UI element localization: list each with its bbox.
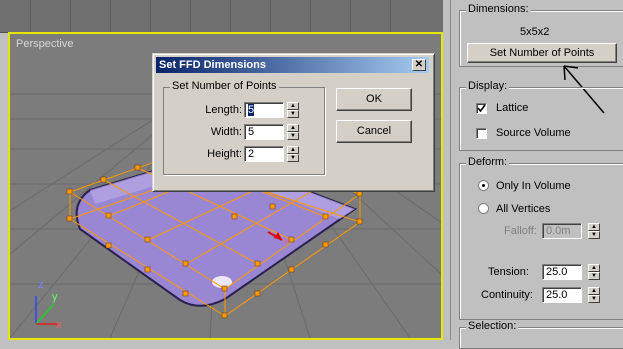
viewport-strip-top [0,0,443,33]
tension-spinner[interactable]: ▲ ▼ [588,264,600,280]
all-vertices-radio[interactable] [478,203,489,214]
selection-title: Selection: [466,320,519,332]
axis-z-label: z [38,279,44,291]
continuity-input[interactable]: 25.0 [542,287,582,303]
length-input[interactable]: 5 [244,102,284,118]
viewport-label[interactable]: Perspective [16,38,73,50]
height-spinner[interactable]: ▲ ▼ [287,146,299,162]
tension-label: Tension: [488,266,529,278]
only-in-volume-label: Only In Volume [496,180,571,192]
cancel-button[interactable]: Cancel [336,120,412,143]
all-vertices-label: All Vertices [496,203,551,215]
command-panel: Dimensions: 5x5x2 Set Number of Points D… [450,0,623,349]
dialog-titlebar[interactable]: Set FFD Dimensions ✕ [156,57,429,73]
falloff-spinner[interactable]: ▲ ▼ [588,223,600,239]
source-volume-label: Source Volume [496,127,571,139]
points-group-title: Set Number of Points [170,80,279,92]
axis-x-label: x [56,319,62,331]
close-icon[interactable]: ✕ [412,59,426,71]
dialog-title: Set FFD Dimensions [159,59,266,71]
svg-text:x: x [284,237,288,246]
width-spinner[interactable]: ▲ ▼ [287,124,299,140]
source-volume-checkbox[interactable] [476,128,487,139]
continuity-label: Continuity: [481,289,533,301]
falloff-input[interactable]: 0.0m [542,223,582,239]
deform-rollout: Deform: Only In Volume All Vertices Fall… [459,156,623,320]
falloff-label: Falloff: [504,225,537,237]
length-label: Length: [205,104,242,116]
display-title: Display: [466,80,510,92]
width-label: Width: [210,126,242,138]
tension-input[interactable]: 25.0 [542,264,582,280]
selection-rollout: Selection: [459,320,623,349]
checkmark-icon [477,104,486,113]
dimensions-value: 5x5x2 [520,26,550,38]
length-spinner[interactable]: ▲ ▼ [287,102,299,118]
lattice-checkbox[interactable] [476,103,487,114]
width-input[interactable]: 5 [244,124,284,140]
height-input[interactable]: 2 [244,146,284,162]
axis-y-label: y [52,291,58,303]
ok-button[interactable]: OK [336,88,412,111]
continuity-spinner[interactable]: ▲ ▼ [588,287,600,303]
set-ffd-dimensions-dialog: Set FFD Dimensions ✕ Set Number of Point… [152,53,435,192]
display-rollout: Display: Lattice Source Volume [459,80,623,151]
height-label: Height: [207,148,242,160]
lattice-label: Lattice [496,102,529,114]
points-group: Set Number of Points Length: 5 ▲ ▼ Width:… [163,80,325,175]
only-in-volume-radio[interactable] [478,180,489,191]
deform-title: Deform: [466,156,510,168]
dimensions-title: Dimensions: [466,3,531,15]
